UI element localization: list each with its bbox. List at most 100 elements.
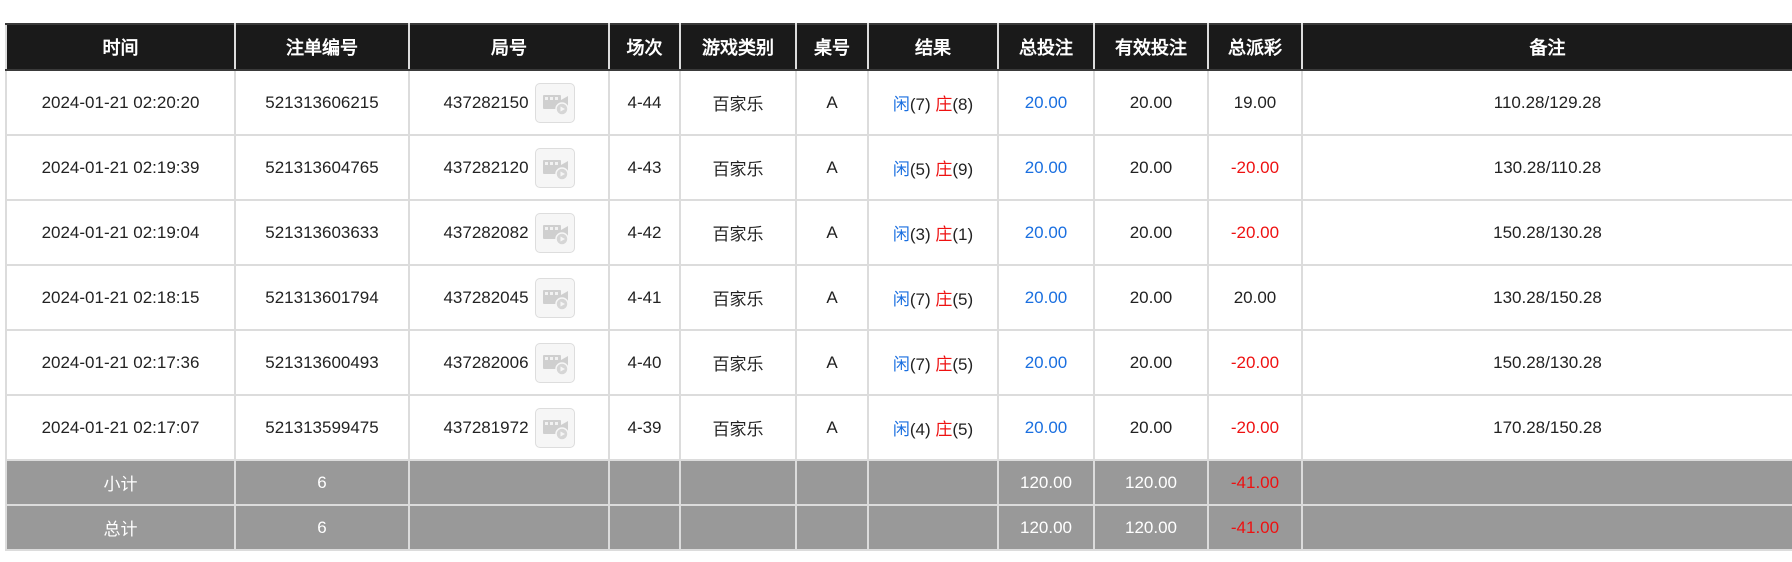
cell-result: 闲(3) 庄(1) <box>867 199 999 266</box>
cell-payout: -20.00 <box>1207 329 1303 396</box>
table-row: 2024-01-21 02:19:39 521313604765 437282120… <box>5 134 1792 201</box>
video-replay-button[interactable] <box>534 212 575 253</box>
cell-payout: -20.00 <box>1207 394 1303 461</box>
result-player-score: (3) <box>909 225 931 244</box>
result-player-label: 闲 <box>892 355 910 375</box>
cell-result: 闲(7) 庄(8) <box>867 69 999 136</box>
cell-session: 4-44 <box>608 69 681 136</box>
cell-session: 4-41 <box>608 264 681 331</box>
video-replay-button[interactable] <box>534 277 575 318</box>
cell-payout: -20.00 <box>1207 134 1303 201</box>
result-player-score: (7) <box>909 290 931 309</box>
cell-time: 2024-01-21 02:17:36 <box>5 329 236 396</box>
result-player-label: 闲 <box>892 420 910 440</box>
result-player-label: 闲 <box>892 290 910 310</box>
result-player-label: 闲 <box>892 160 910 180</box>
cell-total-bet: 20.00 <box>997 199 1095 266</box>
cell-table: A <box>795 199 869 266</box>
cell-note: 110.28/129.28 <box>1301 69 1792 136</box>
video-replay-button[interactable] <box>534 82 575 123</box>
total-empty <box>408 504 610 551</box>
cell-time: 2024-01-21 02:17:07 <box>5 394 236 461</box>
cell-round-id: 437281972 <box>408 394 610 461</box>
cell-bet-id: 521313604765 <box>234 134 410 201</box>
subtotal-empty <box>608 459 681 506</box>
total-row: 总计 6 120.00 120.00 -41.00 <box>5 504 1792 551</box>
cell-game-type: 百家乐 <box>679 329 797 396</box>
total-empty <box>679 504 797 551</box>
cell-total-bet: 20.00 <box>997 329 1095 396</box>
cell-valid-bet: 20.00 <box>1093 329 1209 396</box>
cell-note: 130.28/150.28 <box>1301 264 1792 331</box>
cell-session: 4-43 <box>608 134 681 201</box>
col-header-game-type: 游戏类别 <box>679 23 797 71</box>
total-empty <box>608 504 681 551</box>
cell-table: A <box>795 69 869 136</box>
cell-bet-id: 521313600493 <box>234 329 410 396</box>
cell-note: 130.28/110.28 <box>1301 134 1792 201</box>
video-replay-button[interactable] <box>534 342 575 383</box>
cell-bet-id: 521313601794 <box>234 264 410 331</box>
cell-valid-bet: 20.00 <box>1093 134 1209 201</box>
cell-payout: 19.00 <box>1207 69 1303 136</box>
cell-valid-bet: 20.00 <box>1093 69 1209 136</box>
cell-note: 170.28/150.28 <box>1301 394 1792 461</box>
result-banker-label: 庄 <box>935 160 953 180</box>
cell-payout: 20.00 <box>1207 264 1303 331</box>
cell-result: 闲(4) 庄(5) <box>867 394 999 461</box>
table-body: 2024-01-21 02:20:20 521313606215 437282150… <box>5 69 1792 461</box>
cell-table: A <box>795 264 869 331</box>
cell-round-id: 437282082 <box>408 199 610 266</box>
result-player-score: (5) <box>909 160 931 179</box>
bet-records-panel: 时间 注单编号 局号 场次 游戏类别 桌号 结果 总投注 有效投注 总派彩 备注… <box>5 23 1792 551</box>
video-replay-button[interactable] <box>534 407 575 448</box>
subtotal-empty <box>795 459 869 506</box>
cell-round-id: 437282120 <box>408 134 610 201</box>
result-banker-label: 庄 <box>935 290 953 310</box>
subtotal-count: 6 <box>234 459 410 506</box>
cell-total-bet: 20.00 <box>997 394 1095 461</box>
cell-time: 2024-01-21 02:19:04 <box>5 199 236 266</box>
cell-valid-bet: 20.00 <box>1093 264 1209 331</box>
col-header-table: 桌号 <box>795 23 869 71</box>
table-row: 2024-01-21 02:20:20 521313606215 437282150… <box>5 69 1792 136</box>
cell-valid-bet: 20.00 <box>1093 394 1209 461</box>
subtotal-total-bet: 120.00 <box>997 459 1095 506</box>
cell-time: 2024-01-21 02:20:20 <box>5 69 236 136</box>
col-header-bet-id: 注单编号 <box>234 23 410 71</box>
total-valid-bet: 120.00 <box>1093 504 1209 551</box>
bet-records-table: 时间 注单编号 局号 场次 游戏类别 桌号 结果 总投注 有效投注 总派彩 备注… <box>5 23 1792 551</box>
video-replay-button[interactable] <box>534 147 575 188</box>
cell-result: 闲(7) 庄(5) <box>867 264 999 331</box>
cell-game-type: 百家乐 <box>679 199 797 266</box>
col-header-session: 场次 <box>608 23 681 71</box>
result-player-label: 闲 <box>892 95 910 115</box>
result-banker-label: 庄 <box>935 95 953 115</box>
result-banker-score: (5) <box>952 420 974 439</box>
cell-time: 2024-01-21 02:18:15 <box>5 264 236 331</box>
result-banker-score: (5) <box>952 290 974 309</box>
cell-table: A <box>795 134 869 201</box>
subtotal-valid-bet: 120.00 <box>1093 459 1209 506</box>
total-label: 总计 <box>5 504 236 551</box>
result-player-label: 闲 <box>892 225 910 245</box>
total-empty <box>867 504 999 551</box>
total-count: 6 <box>234 504 410 551</box>
cell-game-type: 百家乐 <box>679 264 797 331</box>
col-header-time: 时间 <box>5 23 236 71</box>
col-header-total-bet: 总投注 <box>997 23 1095 71</box>
cell-valid-bet: 20.00 <box>1093 199 1209 266</box>
col-header-valid-bet: 有效投注 <box>1093 23 1209 71</box>
cell-bet-id: 521313603633 <box>234 199 410 266</box>
cell-bet-id: 521313599475 <box>234 394 410 461</box>
table-row: 2024-01-21 02:19:04 521313603633 437282082… <box>5 199 1792 266</box>
cell-game-type: 百家乐 <box>679 69 797 136</box>
cell-round-id: 437282045 <box>408 264 610 331</box>
subtotal-row: 小计 6 120.00 120.00 -41.00 <box>5 459 1792 506</box>
result-banker-label: 庄 <box>935 420 953 440</box>
col-header-result: 结果 <box>867 23 999 71</box>
subtotal-payout: -41.00 <box>1207 459 1303 506</box>
total-empty <box>795 504 869 551</box>
round-id-text: 437282120 <box>443 157 529 177</box>
cell-session: 4-42 <box>608 199 681 266</box>
